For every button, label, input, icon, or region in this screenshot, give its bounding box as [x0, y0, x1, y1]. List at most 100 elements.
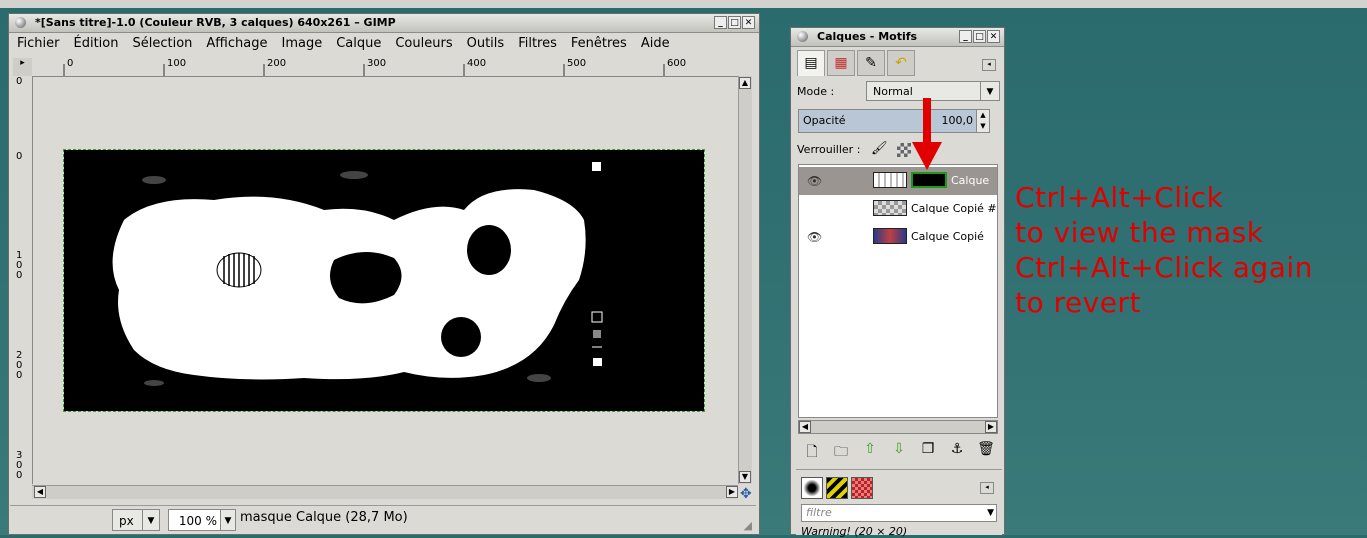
- navigate-icon[interactable]: ✥: [740, 486, 752, 502]
- tab-layers[interactable]: ▤: [797, 50, 825, 76]
- layer-mask-canvas[interactable]: [63, 149, 705, 412]
- chevron-down-icon: ▼: [987, 508, 994, 518]
- ruler-label: 2 0 0: [16, 350, 23, 381]
- tab-channels[interactable]: ▦: [827, 50, 855, 76]
- menu-affichage[interactable]: Affichage: [199, 36, 274, 51]
- quick-mask-toggle[interactable]: ▸: [13, 58, 33, 77]
- ruler-label: 0: [67, 58, 74, 69]
- menu-outils[interactable]: Outils: [460, 36, 512, 51]
- resize-grip-icon[interactable]: ◢: [744, 519, 752, 532]
- layer-thumbnail: [873, 172, 907, 188]
- zoom-select[interactable]: 100 % ▼: [168, 509, 236, 531]
- scroll-up-icon[interactable]: ▲: [739, 77, 751, 89]
- layer-row[interactable]: 👁 Calque Copié: [799, 223, 997, 251]
- menu-couleurs[interactable]: Couleurs: [388, 36, 459, 51]
- mask-image: [64, 150, 704, 411]
- ruler-label: 0: [16, 76, 23, 87]
- menu-fenetres[interactable]: Fenêtres: [564, 36, 634, 51]
- annotation-line: Ctrl+Alt+Click: [1015, 181, 1224, 214]
- lower-layer-icon[interactable]: ⇩: [888, 441, 910, 461]
- tab-menu-icon[interactable]: ◂: [980, 482, 994, 494]
- eye-icon[interactable]: 👁: [807, 223, 822, 251]
- chevron-down-icon: ▼: [980, 82, 999, 100]
- ruler-label: 300: [367, 58, 387, 69]
- unit-value: px: [119, 514, 134, 528]
- ruler-label: 400: [467, 58, 487, 69]
- channels-icon: ▦: [834, 55, 848, 71]
- gradient-icon[interactable]: [851, 477, 873, 499]
- window-controls: _ □ ✕: [959, 30, 1000, 44]
- opacity-value: 100,0: [941, 114, 974, 127]
- window-menu-icon[interactable]: [797, 31, 808, 42]
- minimize-icon[interactable]: _: [959, 30, 972, 43]
- vertical-scrollbar[interactable]: ▲ ▼: [738, 76, 752, 484]
- duplicate-layer-icon[interactable]: ❐: [917, 441, 939, 461]
- brushes-dock: ◂ filtre ▼ Warning! (20 × 20): [796, 469, 1002, 538]
- layers-dock-title: Calques - Motifs: [817, 30, 918, 43]
- maximize-icon[interactable]: □: [973, 30, 986, 43]
- red-arrow-annotation: [912, 98, 942, 170]
- unit-select[interactable]: px ▼: [112, 509, 160, 531]
- layers-horizontal-scrollbar[interactable]: ◀ ▶: [798, 420, 998, 434]
- close-icon[interactable]: ✕: [742, 16, 755, 29]
- horizontal-ruler[interactable]: 0 100 200 300 400 500 600: [32, 58, 738, 77]
- tab-paths[interactable]: ✎: [857, 50, 885, 76]
- new-layer-icon[interactable]: 🗋: [801, 441, 823, 461]
- scroll-right-icon[interactable]: ▶: [726, 486, 738, 498]
- menu-edition[interactable]: Édition: [67, 36, 126, 51]
- chevron-down-icon: ▼: [220, 510, 235, 530]
- filter-input[interactable]: filtre ▼: [801, 504, 997, 522]
- annotation-line: to view the mask: [1015, 216, 1264, 249]
- lock-pixels-icon[interactable]: 🖌: [871, 141, 888, 156]
- menu-calque[interactable]: Calque: [329, 36, 388, 51]
- vertical-ruler[interactable]: 0 0 1 0 0 2 0 0 3 0 0: [13, 76, 33, 484]
- layers-dock-window: Calques - Motifs _ □ ✕ ▤ ▦ ✎ ↶ ◂ Mode : …: [790, 27, 1005, 538]
- menu-image[interactable]: Image: [274, 36, 329, 51]
- lock-alpha-icon[interactable]: [897, 143, 911, 157]
- opacity-slider[interactable]: Opacité 100,0 ▲ ▼: [798, 109, 990, 133]
- horizontal-scrollbar[interactable]: ◀ ▶: [32, 485, 738, 499]
- opacity-label: Opacité: [803, 114, 846, 127]
- new-group-icon[interactable]: 🗀: [830, 441, 852, 461]
- eye-icon[interactable]: 👁: [807, 167, 822, 195]
- close-icon[interactable]: ✕: [987, 30, 1000, 43]
- menu-selection[interactable]: Sélection: [125, 36, 199, 51]
- maximize-icon[interactable]: □: [728, 16, 741, 29]
- paths-icon: ✎: [865, 55, 877, 71]
- layer-thumbnail: [873, 228, 907, 244]
- opacity-spinner[interactable]: ▲ ▼: [976, 110, 989, 132]
- annotation-line: Ctrl+Alt+Click again: [1015, 251, 1313, 284]
- window-menu-icon[interactable]: [15, 17, 26, 28]
- scroll-left-icon[interactable]: ◀: [34, 486, 46, 498]
- annotation-line: to revert: [1015, 286, 1141, 319]
- pattern-icon[interactable]: [826, 477, 848, 499]
- brush-icon[interactable]: [801, 477, 823, 499]
- scroll-down-icon[interactable]: ▼: [739, 471, 751, 483]
- tab-undo[interactable]: ↶: [887, 50, 915, 76]
- tab-menu-icon[interactable]: ◂: [982, 59, 996, 71]
- layer-row[interactable]: 👁 Calque: [799, 167, 997, 195]
- undo-icon: ↶: [895, 55, 907, 71]
- layer-buttons: 🗋 🗀 ⇧ ⇩ ❐ ⚓ 🗑: [801, 441, 997, 461]
- menu-fichier[interactable]: Fichier: [10, 36, 67, 51]
- menu-filtres[interactable]: Filtres: [511, 36, 564, 51]
- scroll-left-icon[interactable]: ◀: [799, 421, 811, 433]
- layer-name: Calque Copié #: [911, 202, 997, 215]
- layer-row[interactable]: Calque Copié #: [799, 195, 997, 223]
- mask-thumbnail[interactable]: [911, 172, 947, 188]
- minimize-icon[interactable]: _: [714, 16, 727, 29]
- dock-tabs: ▤ ▦ ✎ ↶: [797, 50, 997, 78]
- raise-layer-icon[interactable]: ⇧: [859, 441, 881, 461]
- scroll-right-icon[interactable]: ▶: [985, 421, 997, 433]
- layers-dock-titlebar[interactable]: Calques - Motifs _ □ ✕: [791, 28, 1004, 47]
- menu-aide[interactable]: Aide: [634, 36, 677, 51]
- filter-placeholder: filtre: [806, 506, 832, 519]
- status-message: masque Calque (28,7 Mo): [240, 510, 408, 525]
- delete-layer-icon[interactable]: 🗑: [975, 441, 997, 461]
- layer-thumbnail: [873, 200, 907, 216]
- ruler-label: 0: [16, 151, 23, 162]
- anchor-layer-icon[interactable]: ⚓: [946, 441, 968, 461]
- zoom-value: 100 %: [178, 514, 217, 528]
- ruler-label: 200: [267, 58, 287, 69]
- mode-label: Mode :: [797, 85, 835, 98]
